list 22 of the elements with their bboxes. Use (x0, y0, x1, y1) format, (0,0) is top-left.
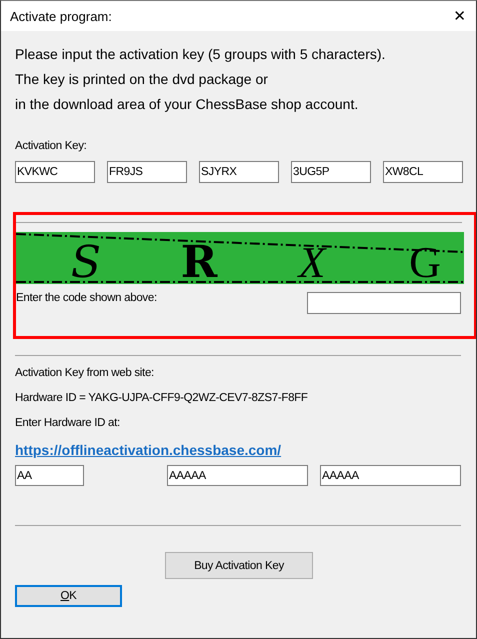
key-group-field[interactable]: SJYRX (199, 161, 279, 183)
close-button[interactable]: ✕ (443, 1, 476, 31)
web-key-label: Activation Key from web site: (15, 366, 154, 380)
activation-link[interactable]: https://offlineactivation.chessbase.com/ (15, 442, 282, 458)
captcha-prompt: Enter the code shown above: (16, 292, 157, 304)
captcha-field[interactable] (307, 292, 461, 314)
key-group-field[interactable]: FR9JS (107, 161, 187, 183)
key-group-field[interactable]: XW8CL (383, 161, 463, 183)
hardware-id-prompt: Enter Hardware ID at: (15, 416, 120, 430)
window-title: Activate program: (10, 8, 112, 24)
instruction-text: The key is printed on the dvd package or (15, 70, 269, 89)
web-key-field[interactable]: AA (15, 465, 84, 486)
key-group-field[interactable]: 3UG5P (291, 161, 371, 183)
web-key-field[interactable]: AAAAA (167, 465, 308, 486)
hardware-id-text: Hardware ID = YAKG-UJPA-CFF9-Q2WZ-CEV7-8ZS7-F8FF (15, 391, 308, 405)
activation-key-label: Activation Key: (15, 140, 87, 152)
instruction-text: in the download area of your ChessBase shop account. (15, 95, 360, 114)
web-key-field[interactable]: AAAAA (320, 465, 461, 486)
buy-button[interactable]: Buy Activation Key (165, 552, 313, 579)
instruction-text: Please input the activation key (5 groups with 5 characters). (15, 45, 386, 64)
key-group-field[interactable]: KVKWC (15, 161, 95, 183)
ok-button[interactable]: OK (15, 585, 122, 607)
